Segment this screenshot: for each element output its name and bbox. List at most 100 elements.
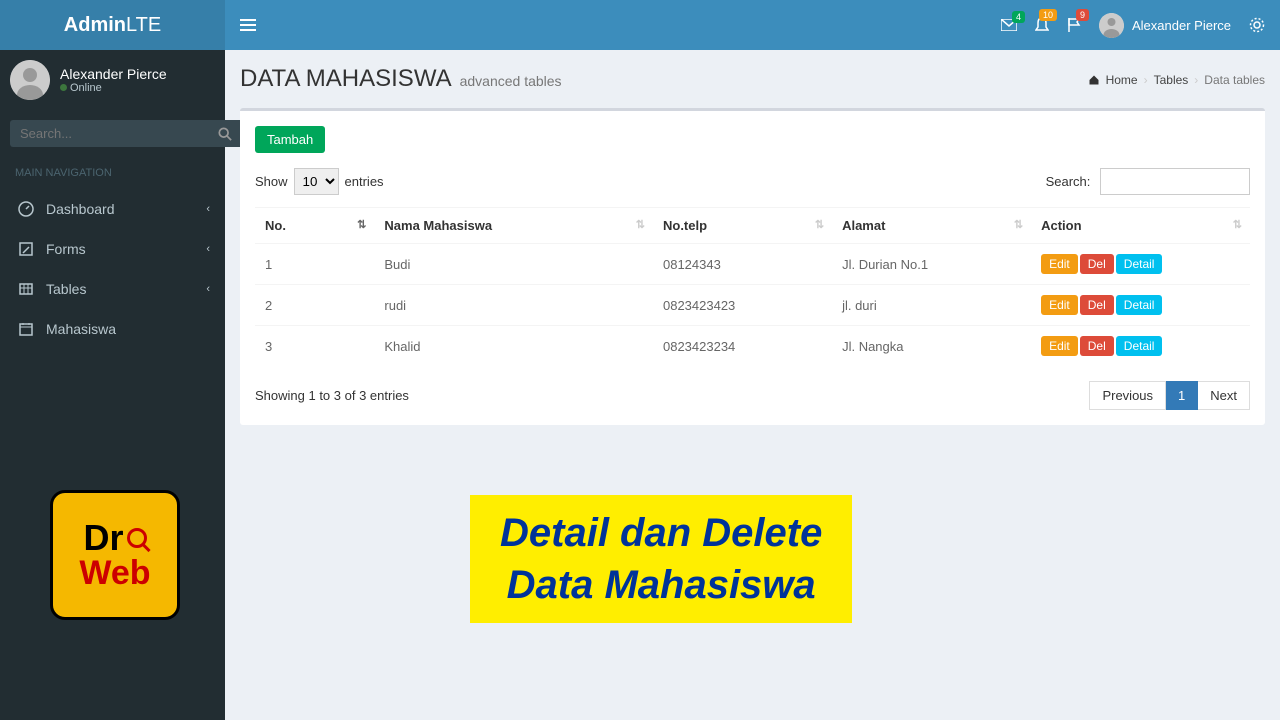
sidebar-search <box>0 110 225 157</box>
gears-icon[interactable] <box>1249 17 1265 33</box>
data-box: Tambah Show 10 entries Search: No.⇅ Nama… <box>240 108 1265 425</box>
calendar-icon <box>18 321 38 337</box>
cell-telp: 0823423234 <box>653 326 832 367</box>
cell-action: EditDelDetail <box>1031 285 1250 326</box>
chevron-left-icon: ‹ <box>206 243 210 255</box>
breadcrumb-current: Data tables <box>1204 73 1265 87</box>
sidebar-item-label: Tables <box>46 281 86 297</box>
detail-button[interactable]: Detail <box>1116 254 1163 274</box>
breadcrumb-home[interactable]: Home <box>1106 73 1138 87</box>
user-panel: Alexander Pierce Online <box>0 50 225 110</box>
cell-nama: Budi <box>374 244 653 285</box>
brand-logo[interactable]: AdminLTE <box>0 0 225 50</box>
sort-icon: ⇅ <box>815 218 824 231</box>
edit-icon <box>18 241 38 257</box>
delete-button[interactable]: Del <box>1080 336 1114 356</box>
edit-button[interactable]: Edit <box>1041 254 1078 274</box>
cell-telp: 08124343 <box>653 244 832 285</box>
avatar <box>1099 13 1124 38</box>
show-label: Show <box>255 174 288 189</box>
cell-nama: Khalid <box>374 326 653 367</box>
delete-button[interactable]: Del <box>1080 254 1114 274</box>
table-search-input[interactable] <box>1100 168 1250 195</box>
badge: 10 <box>1039 9 1057 21</box>
chevron-left-icon: ‹ <box>206 283 210 295</box>
badge: 4 <box>1012 11 1025 23</box>
datatable-footer: Showing 1 to 3 of 3 entries Previous 1 N… <box>255 381 1250 410</box>
overlay-banner: Detail dan Delete Data Mahasiswa <box>470 495 852 623</box>
home-icon <box>1088 74 1100 86</box>
edit-button[interactable]: Edit <box>1041 295 1078 315</box>
dashboard-icon <box>18 201 38 217</box>
cell-action: EditDelDetail <box>1031 244 1250 285</box>
search-label: Search: <box>1046 174 1091 189</box>
sort-icon: ⇅ <box>1233 218 1242 231</box>
col-alamat[interactable]: Alamat⇅ <box>832 208 1031 244</box>
table-row: 1Budi08124343Jl. Durian No.1EditDelDetai… <box>255 244 1250 285</box>
cell-nama: rudi <box>374 285 653 326</box>
nav-header: MAIN NAVIGATION <box>0 157 225 189</box>
drweb-logo: Dr Web <box>50 490 180 620</box>
topbar: 4 10 9 Alexander Pierce <box>225 0 1280 50</box>
detail-button[interactable]: Detail <box>1116 336 1163 356</box>
detail-button[interactable]: Detail <box>1116 295 1163 315</box>
avatar[interactable] <box>10 60 50 100</box>
sidebar-item-tables[interactable]: Tables ‹ <box>0 269 225 309</box>
sidebar-item-forms[interactable]: Forms ‹ <box>0 229 225 269</box>
status-dot-icon <box>60 84 67 91</box>
cell-alamat: Jl. Durian No.1 <box>832 244 1031 285</box>
table-info: Showing 1 to 3 of 3 entries <box>255 388 409 403</box>
messages-icon[interactable]: 4 <box>1001 19 1017 31</box>
user-name: Alexander Pierce <box>60 66 215 82</box>
banner-line1: Detail dan Delete <box>500 507 822 559</box>
table-icon <box>18 281 38 297</box>
sidebar-item-label: Mahasiswa <box>46 321 116 337</box>
table-row: 3Khalid0823423234Jl. NangkaEditDelDetail <box>255 326 1250 367</box>
brand-bold: Admin <box>64 14 126 36</box>
add-button[interactable]: Tambah <box>255 126 325 153</box>
banner-line2: Data Mahasiswa <box>500 559 822 611</box>
datatable-controls: Show 10 entries Search: <box>255 168 1250 195</box>
col-telp[interactable]: No.telp⇅ <box>653 208 832 244</box>
notifications-icon[interactable]: 10 <box>1035 17 1049 33</box>
chevron-left-icon: ‹ <box>206 203 210 215</box>
breadcrumb-tables[interactable]: Tables <box>1154 73 1189 87</box>
magnifier-icon <box>127 528 147 548</box>
cell-action: EditDelDetail <box>1031 326 1250 367</box>
table-row: 2rudi0823423423jl. duriEditDelDetail <box>255 285 1250 326</box>
page-subtitle: advanced tables <box>460 73 562 89</box>
sidebar-item-dashboard[interactable]: Dashboard ‹ <box>0 189 225 229</box>
entries-select[interactable]: 10 <box>294 168 339 195</box>
delete-button[interactable]: Del <box>1080 295 1114 315</box>
sort-icon: ⇅ <box>1014 218 1023 231</box>
prev-button[interactable]: Previous <box>1089 381 1166 410</box>
menu-toggle[interactable] <box>240 18 256 32</box>
pagination: Previous 1 Next <box>1089 381 1250 410</box>
col-no[interactable]: No.⇅ <box>255 208 374 244</box>
data-table: No.⇅ Nama Mahasiswa⇅ No.telp⇅ Alamat⇅ Ac… <box>255 207 1250 366</box>
cell-telp: 0823423423 <box>653 285 832 326</box>
cell-no: 2 <box>255 285 374 326</box>
next-button[interactable]: Next <box>1198 381 1250 410</box>
user-status: Online <box>60 82 215 94</box>
brand-light: LTE <box>126 14 161 36</box>
sidebar-item-label: Dashboard <box>46 201 115 217</box>
sidebar-item-label: Forms <box>46 241 86 257</box>
topbar-user[interactable]: Alexander Pierce <box>1099 13 1231 38</box>
cell-no: 1 <box>255 244 374 285</box>
page-1-button[interactable]: 1 <box>1166 381 1198 410</box>
edit-button[interactable]: Edit <box>1041 336 1078 356</box>
sort-icon: ⇅ <box>636 218 645 231</box>
col-action[interactable]: Action⇅ <box>1031 208 1250 244</box>
topbar-user-name: Alexander Pierce <box>1132 18 1231 33</box>
flags-icon[interactable]: 9 <box>1067 17 1081 33</box>
cell-alamat: jl. duri <box>832 285 1031 326</box>
search-input[interactable] <box>10 120 206 147</box>
cell-alamat: Jl. Nangka <box>832 326 1031 367</box>
col-nama[interactable]: Nama Mahasiswa⇅ <box>374 208 653 244</box>
sidebar-item-mahasiswa[interactable]: Mahasiswa <box>0 309 225 349</box>
entries-label: entries <box>345 174 384 189</box>
page-title: DATA MAHASISWA <box>240 65 452 93</box>
hamburger-icon <box>240 18 256 32</box>
cell-no: 3 <box>255 326 374 367</box>
